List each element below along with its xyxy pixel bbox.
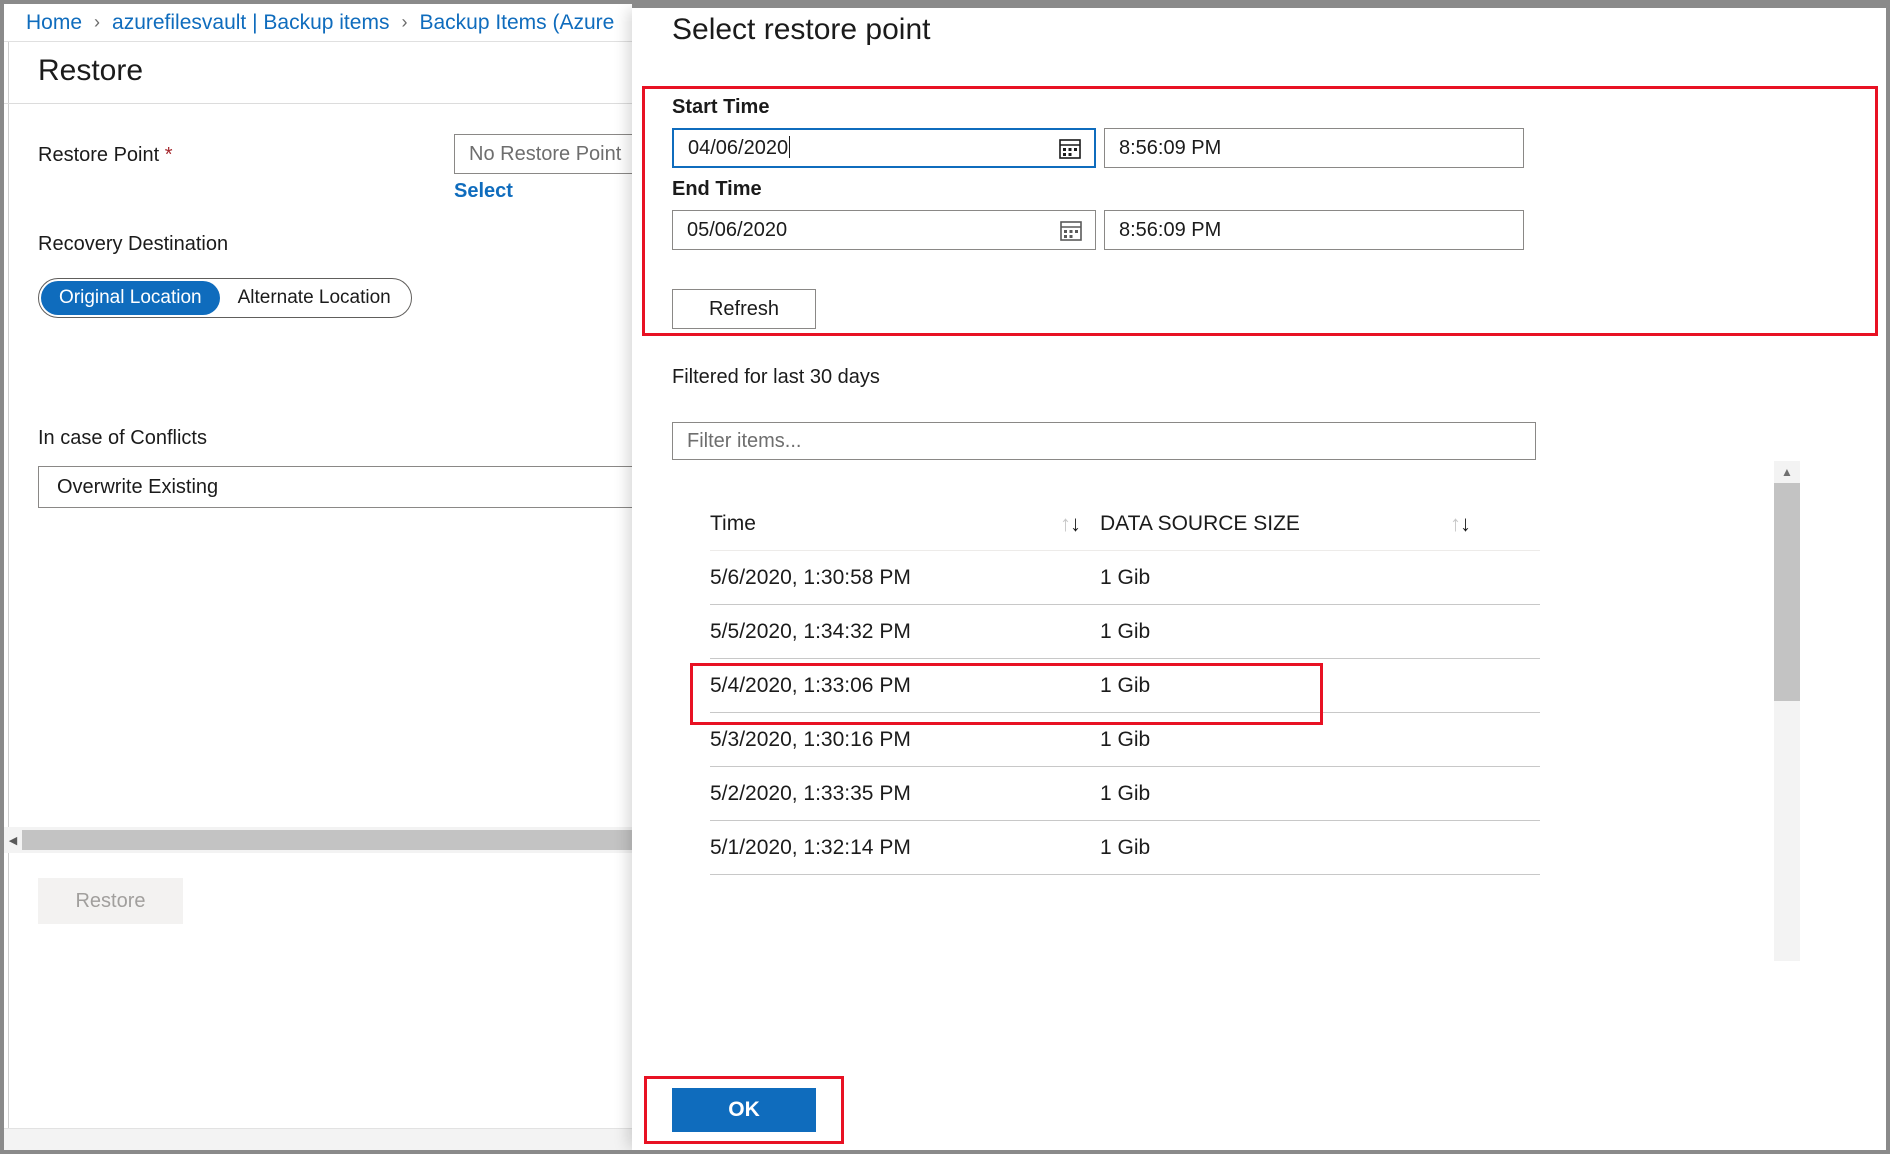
refresh-button[interactable]: Refresh	[672, 289, 816, 329]
select-restore-point-pane: Select restore point Start Time 04/06/20…	[632, 4, 1890, 1154]
select-restore-point-link[interactable]: Select	[454, 180, 513, 203]
sort-ascending-icon[interactable]: ↑	[1450, 511, 1460, 537]
column-header-time[interactable]: Time	[710, 512, 1040, 536]
filtered-note: Filtered for last 30 days	[672, 366, 880, 389]
row-size: 1 Gib	[1100, 566, 1430, 590]
start-date-input[interactable]: 04/06/2020	[672, 128, 1096, 168]
table-row[interactable]: 5/5/2020, 1:34:32 PM 1 Gib	[710, 605, 1540, 659]
sort-toggle-size[interactable]: ↑↓	[1430, 511, 1490, 537]
start-time-label: Start Time	[672, 96, 769, 119]
row-time: 5/4/2020, 1:33:06 PM	[710, 674, 1100, 698]
text-caret	[789, 136, 790, 158]
calendar-icon[interactable]	[1059, 218, 1083, 242]
row-size: 1 Gib	[1100, 728, 1430, 752]
table-row[interactable]: 5/6/2020, 1:30:58 PM 1 Gib	[710, 551, 1540, 605]
column-header-data-source-size[interactable]: DATA SOURCE SIZE	[1100, 512, 1430, 536]
restore-button[interactable]: Restore	[38, 878, 183, 924]
table-header-row: Time ↑↓ DATA SOURCE SIZE ↑↓	[710, 498, 1540, 551]
pane-title: Select restore point	[672, 13, 930, 47]
breadcrumb-separator-icon: ›	[401, 12, 407, 33]
toggle-option-original-location[interactable]: Original Location	[41, 281, 220, 315]
breadcrumb-separator-icon: ›	[94, 12, 100, 33]
list-vertical-scrollbar[interactable]: ▲	[1774, 461, 1800, 961]
filter-items-input[interactable]	[672, 422, 1536, 460]
toggle-option-alternate-location[interactable]: Alternate Location	[220, 281, 409, 315]
table-row[interactable]: 5/2/2020, 1:33:35 PM 1 Gib	[710, 767, 1540, 821]
sort-descending-icon[interactable]: ↓	[1070, 511, 1080, 537]
conflicts-label: In case of Conflicts	[38, 427, 207, 450]
end-date-input[interactable]: 05/06/2020	[672, 210, 1096, 250]
row-time: 5/3/2020, 1:30:16 PM	[710, 728, 1100, 752]
row-time: 5/6/2020, 1:30:58 PM	[710, 566, 1100, 590]
row-time: 5/1/2020, 1:32:14 PM	[710, 836, 1100, 860]
sort-toggle-time[interactable]: ↑↓	[1040, 511, 1100, 537]
breadcrumb-item-home[interactable]: Home	[26, 11, 82, 35]
scroll-up-arrow-icon[interactable]: ▲	[1774, 461, 1800, 483]
recovery-destination-toggle[interactable]: Original Location Alternate Location	[38, 278, 412, 318]
vertical-scrollbar-thumb[interactable]	[1774, 483, 1800, 701]
row-size: 1 Gib	[1100, 620, 1430, 644]
calendar-icon[interactable]	[1058, 136, 1082, 160]
row-time: 5/2/2020, 1:33:35 PM	[710, 782, 1100, 806]
row-size: 1 Gib	[1100, 782, 1430, 806]
sort-descending-icon[interactable]: ↓	[1460, 511, 1470, 537]
end-time-input[interactable]: 8:56:09 PM	[1104, 210, 1524, 250]
restore-point-label: Restore Point *	[38, 144, 173, 167]
restore-point-label-text: Restore Point	[38, 144, 159, 166]
end-time-label: End Time	[672, 178, 762, 201]
start-time-input[interactable]: 8:56:09 PM	[1104, 128, 1524, 168]
page-title: Restore	[38, 54, 143, 88]
row-time: 5/5/2020, 1:34:32 PM	[710, 620, 1100, 644]
table-row[interactable]: 5/1/2020, 1:32:14 PM 1 Gib	[710, 821, 1540, 875]
ok-button[interactable]: OK	[672, 1088, 816, 1132]
scroll-left-arrow-icon[interactable]: ◀	[4, 827, 22, 853]
restore-points-table: Time ↑↓ DATA SOURCE SIZE ↑↓ 5/6/2020, 1:…	[710, 498, 1540, 875]
row-size: 1 Gib	[1100, 836, 1430, 860]
sort-ascending-icon[interactable]: ↑	[1060, 511, 1070, 537]
app-window: Home › azurefilesvault | Backup items › …	[0, 0, 1890, 1154]
table-row[interactable]: 5/4/2020, 1:33:06 PM 1 Gib	[710, 659, 1540, 713]
start-date-value: 04/06/2020	[674, 136, 1058, 160]
recovery-destination-label: Recovery Destination	[38, 233, 228, 256]
required-marker: *	[165, 144, 173, 166]
row-size: 1 Gib	[1100, 674, 1430, 698]
breadcrumb-item-vault[interactable]: azurefilesvault | Backup items	[112, 11, 389, 35]
blade-left-edge	[4, 42, 9, 1150]
table-row[interactable]: 5/3/2020, 1:30:16 PM 1 Gib	[710, 713, 1540, 767]
end-date-value: 05/06/2020	[673, 219, 1059, 242]
breadcrumb-item-backup-items[interactable]: Backup Items (Azure	[419, 11, 614, 35]
